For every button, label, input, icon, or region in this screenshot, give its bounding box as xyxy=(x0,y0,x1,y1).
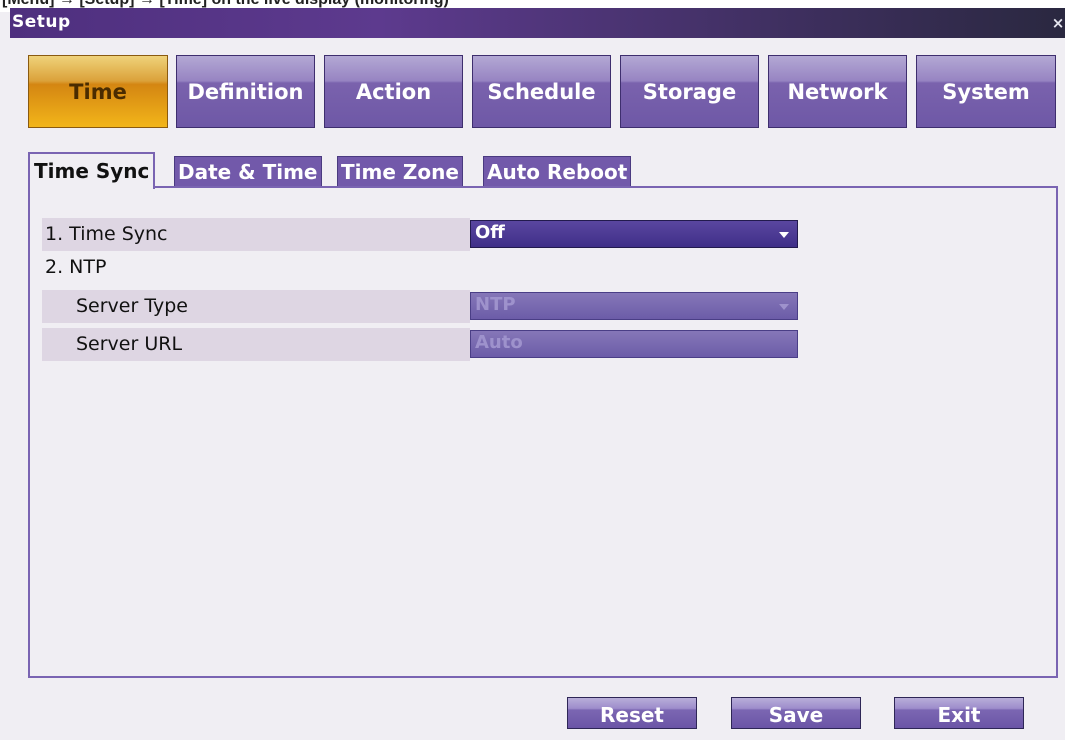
server-url-field: Auto xyxy=(470,330,798,358)
tab-time[interactable]: Time xyxy=(28,55,168,128)
title-bar: Setup × xyxy=(10,8,1065,38)
subtab-time-sync[interactable]: Time Sync xyxy=(28,152,156,189)
window-title: Setup xyxy=(12,12,71,32)
tab-network[interactable]: Network xyxy=(768,55,907,128)
time-sync-value: Off xyxy=(475,222,505,243)
subtab-auto-reboot[interactable]: Auto Reboot xyxy=(483,156,632,186)
tab-action[interactable]: Action xyxy=(324,55,463,128)
server-type-value: NTP xyxy=(475,294,516,315)
chevron-down-icon xyxy=(779,304,789,310)
row-server-url-label: Server URL xyxy=(42,328,470,361)
tab-system[interactable]: System xyxy=(916,55,1056,128)
setup-content: Time Definition Action Schedule Storage … xyxy=(10,38,1065,740)
close-icon[interactable]: × xyxy=(1051,16,1065,31)
row-ntp-label: 2. NTP xyxy=(45,256,107,278)
subtab-date-time[interactable]: Date & Time xyxy=(174,156,322,186)
save-button[interactable]: Save xyxy=(731,697,861,729)
row-time-sync-label: 1. Time Sync xyxy=(42,218,470,251)
chevron-down-icon xyxy=(779,232,789,238)
tab-schedule[interactable]: Schedule xyxy=(472,55,611,128)
server-type-dropdown: NTP xyxy=(470,292,798,320)
reset-button[interactable]: Reset xyxy=(567,697,697,729)
subtab-time-zone[interactable]: Time Zone xyxy=(337,156,463,186)
time-sync-dropdown[interactable]: Off xyxy=(470,220,798,248)
exit-button[interactable]: Exit xyxy=(894,697,1024,729)
time-sync-panel: 1. Time Sync Off 2. NTP Server Type NTP … xyxy=(28,186,1058,678)
tab-definition[interactable]: Definition xyxy=(176,55,315,128)
tab-storage[interactable]: Storage xyxy=(620,55,759,128)
row-server-type-label: Server Type xyxy=(42,290,470,323)
